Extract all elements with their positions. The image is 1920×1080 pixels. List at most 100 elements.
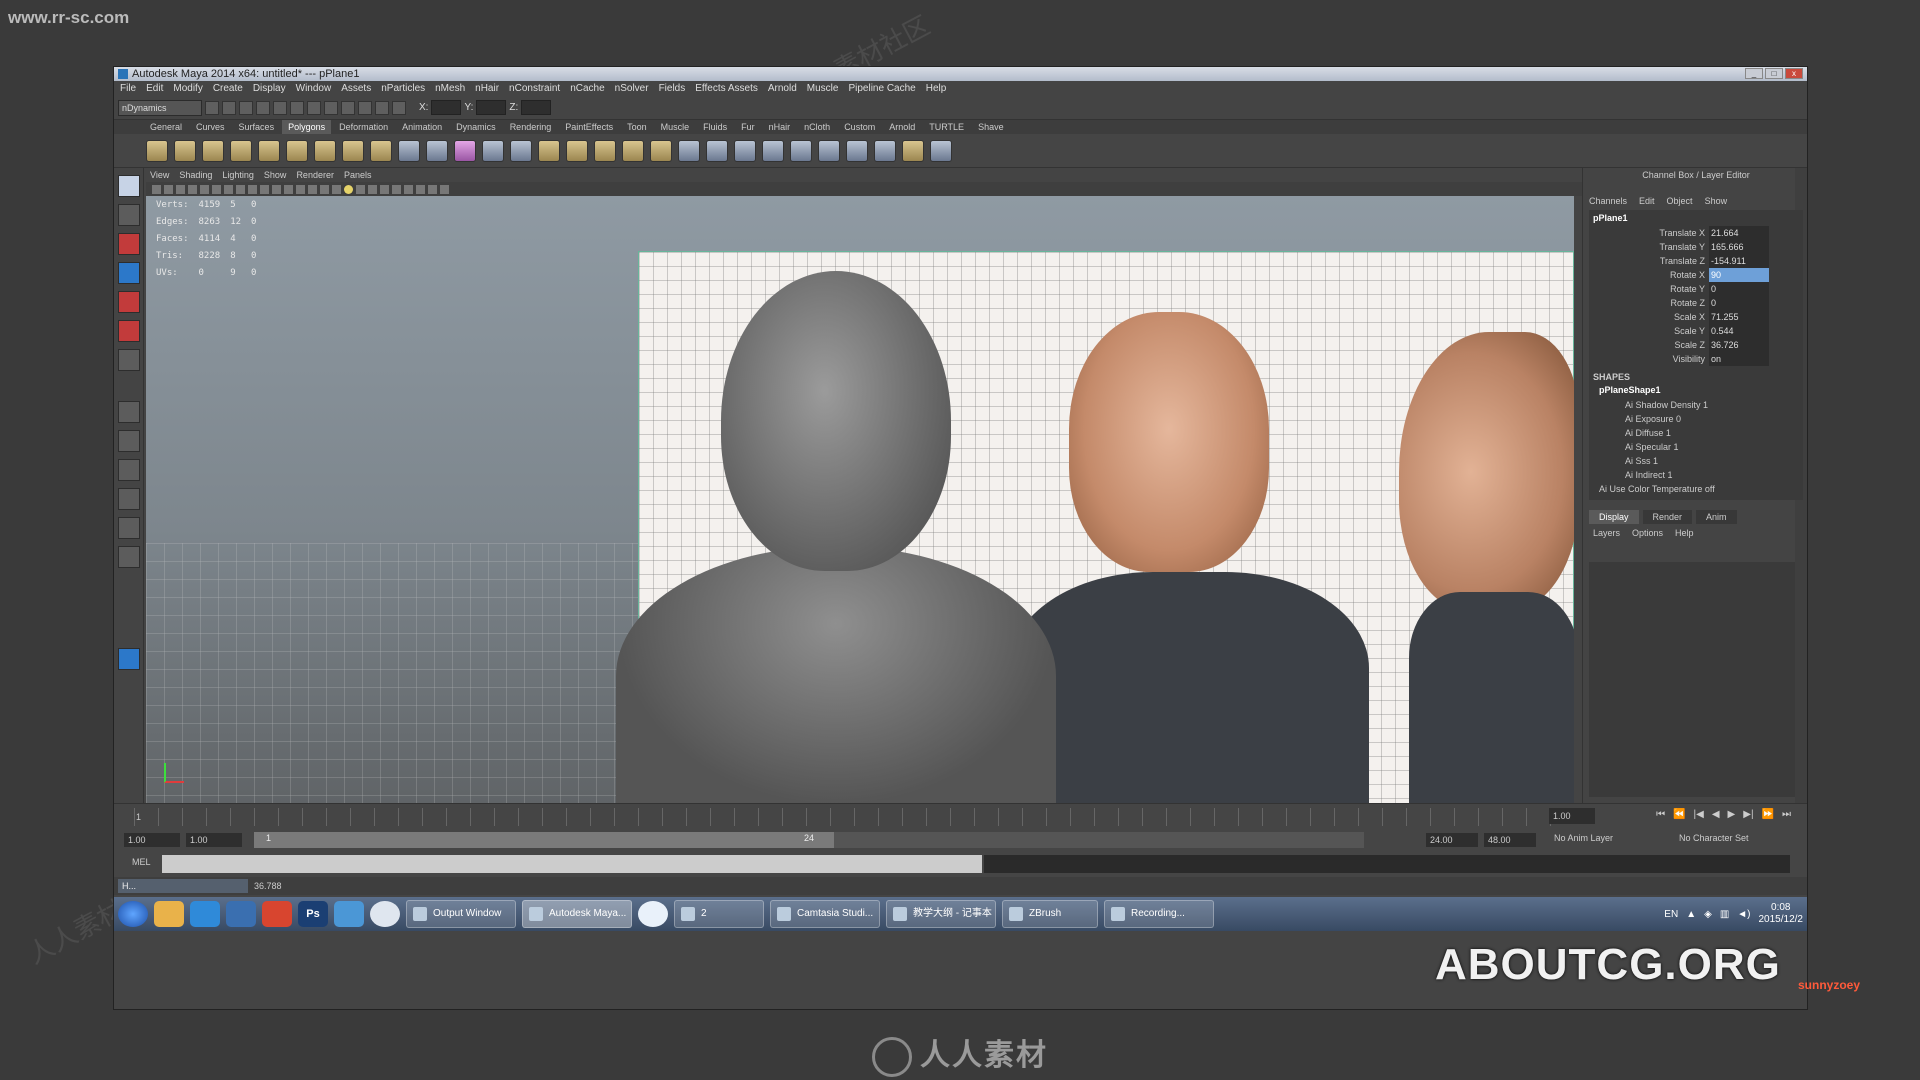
- snap-curve-icon[interactable]: [324, 100, 338, 115]
- shape-attr[interactable]: Ai Indirect 1: [1589, 468, 1803, 482]
- layer-menu-help[interactable]: Help: [1675, 528, 1694, 538]
- go-to-end-icon[interactable]: ⏭: [1782, 809, 1791, 820]
- current-frame-field[interactable]: 1.00: [1549, 808, 1595, 824]
- open-scene-icon[interactable]: [222, 100, 236, 115]
- poly-prism-icon[interactable]: [314, 139, 336, 162]
- step-forward-key-icon[interactable]: ▶|: [1743, 809, 1753, 820]
- freeze-transform-icon[interactable]: [790, 139, 812, 162]
- gate-mask-icon[interactable]: [236, 184, 245, 194]
- shelf-tab[interactable]: Surfaces: [233, 120, 281, 134]
- clock[interactable]: 0:08 2015/12/2: [1759, 902, 1804, 926]
- volume-icon[interactable]: ◄): [1737, 909, 1750, 920]
- shelf-tab[interactable]: Custom: [838, 120, 881, 134]
- range-start-field[interactable]: 1.00: [124, 833, 180, 847]
- mel-label[interactable]: MEL: [132, 857, 151, 867]
- shelf-tab[interactable]: PaintEffects: [559, 120, 619, 134]
- render-view-icon[interactable]: [118, 648, 140, 670]
- minimize-button[interactable]: _: [1745, 68, 1763, 79]
- layer-menu-layers[interactable]: Layers: [1593, 528, 1620, 538]
- last-tool-icon[interactable]: [118, 349, 140, 371]
- menu-set-dropdown[interactable]: nDynamics: [118, 99, 202, 116]
- menu-window[interactable]: Window: [296, 81, 332, 96]
- attr-row[interactable]: Visibility on: [1589, 352, 1803, 366]
- merge-icon[interactable]: [622, 139, 644, 162]
- panel-menu-view[interactable]: View: [150, 168, 169, 182]
- start-button-icon[interactable]: [118, 901, 148, 927]
- scale-tool-icon[interactable]: [118, 320, 140, 342]
- snap-point-icon[interactable]: [341, 100, 355, 115]
- attr-row[interactable]: Rotate Y0: [1589, 282, 1803, 296]
- smooth-shade-icon[interactable]: [296, 184, 305, 194]
- image-plane-icon[interactable]: [188, 184, 197, 194]
- shape-attr[interactable]: Ai Specular 1: [1589, 440, 1803, 454]
- menu-assets[interactable]: Assets: [341, 81, 371, 96]
- anti-aliasing-icon[interactable]: [380, 184, 389, 194]
- cylindrical-mapping-icon[interactable]: [706, 139, 728, 162]
- safe-action-icon[interactable]: [260, 184, 269, 194]
- select-component-icon[interactable]: [290, 100, 304, 115]
- head-model-bust[interactable]: [616, 546, 1056, 803]
- select-tool-icon[interactable]: [118, 175, 140, 197]
- menu-create[interactable]: Create: [213, 81, 243, 96]
- depth-of-field-icon[interactable]: [392, 184, 401, 194]
- select-hierarchy-icon[interactable]: [256, 100, 270, 115]
- layer-tab-display[interactable]: Display: [1589, 510, 1639, 524]
- split-polygon-icon[interactable]: [566, 139, 588, 162]
- menu-display[interactable]: Display: [253, 81, 286, 96]
- close-button[interactable]: x: [1785, 68, 1803, 79]
- xray-icon[interactable]: [416, 184, 425, 194]
- menu-nmesh[interactable]: nMesh: [435, 81, 465, 96]
- shelf-tab[interactable]: Fluids: [697, 120, 733, 134]
- panel-menu-lighting[interactable]: Lighting: [222, 168, 254, 182]
- save-scene-icon[interactable]: [239, 100, 253, 115]
- command-input[interactable]: [162, 855, 982, 873]
- character-set-dropdown[interactable]: No Character Set: [1679, 833, 1749, 843]
- persp-graph-layout-icon[interactable]: [118, 488, 140, 510]
- layer-menu-options[interactable]: Options: [1632, 528, 1663, 538]
- bookmark-icon[interactable]: [176, 184, 185, 194]
- separate-icon[interactable]: [426, 139, 448, 162]
- cb-menu-object[interactable]: Object: [1667, 196, 1693, 206]
- step-back-key-icon[interactable]: |◀: [1694, 809, 1704, 820]
- shape-attr[interactable]: Ai Diffuse 1: [1589, 426, 1803, 440]
- shelf-tab-active[interactable]: Polygons: [282, 120, 332, 134]
- security-icon[interactable]: ◈: [1704, 909, 1712, 920]
- motion-blur-icon[interactable]: [368, 184, 377, 194]
- shelf-tab[interactable]: Deformation: [333, 120, 394, 134]
- checker-icon[interactable]: [762, 139, 784, 162]
- panel-menu-panels[interactable]: Panels: [344, 168, 372, 182]
- use-all-lights-icon[interactable]: [332, 184, 341, 194]
- select-object-icon[interactable]: [273, 100, 287, 115]
- poly-cube-icon[interactable]: [174, 139, 196, 162]
- camera-attributes-icon[interactable]: [164, 184, 173, 194]
- xray-joints-icon[interactable]: [428, 184, 437, 194]
- object-name[interactable]: pPlane1: [1589, 210, 1803, 226]
- shape-attr[interactable]: Ai Exposure 0: [1589, 412, 1803, 426]
- reset-transform-icon[interactable]: [818, 139, 840, 162]
- backface-culling-icon[interactable]: [440, 184, 449, 194]
- isolate-select-icon[interactable]: [404, 184, 413, 194]
- pinned-app-icon[interactable]: [154, 901, 184, 927]
- play-forward-icon[interactable]: ▶: [1728, 809, 1736, 820]
- network-icon[interactable]: ▥: [1720, 909, 1729, 920]
- pinned-app-icon[interactable]: [226, 901, 256, 927]
- panel-menu-shading[interactable]: Shading: [179, 168, 212, 182]
- shelf-tab[interactable]: Dynamics: [450, 120, 502, 134]
- anim-layer-dropdown[interactable]: No Anim Layer: [1554, 833, 1613, 843]
- attr-row[interactable]: Translate Y 165.666: [1589, 240, 1803, 254]
- photoshop-icon[interactable]: Ps: [298, 901, 328, 927]
- cb-menu-edit[interactable]: Edit: [1639, 196, 1655, 206]
- minimized-window[interactable]: H...: [118, 879, 248, 893]
- combine-icon[interactable]: [398, 139, 420, 162]
- task-notepad[interactable]: 教学大纲 - 记事本: [886, 900, 996, 928]
- shelf-tab[interactable]: TURTLE: [923, 120, 970, 134]
- task-output-window[interactable]: Output Window: [406, 900, 516, 928]
- lasso-tool-icon[interactable]: [118, 204, 140, 226]
- grid-toggle-icon[interactable]: [200, 184, 209, 194]
- pinned-app-icon[interactable]: [190, 901, 220, 927]
- bridge-icon[interactable]: [510, 139, 532, 162]
- paint-select-tool-icon[interactable]: [118, 233, 140, 255]
- range-inner-start-field[interactable]: 1.00: [186, 833, 242, 847]
- shelf-tab[interactable]: General: [144, 120, 188, 134]
- show-hidden-icons-icon[interactable]: ▲: [1686, 909, 1696, 920]
